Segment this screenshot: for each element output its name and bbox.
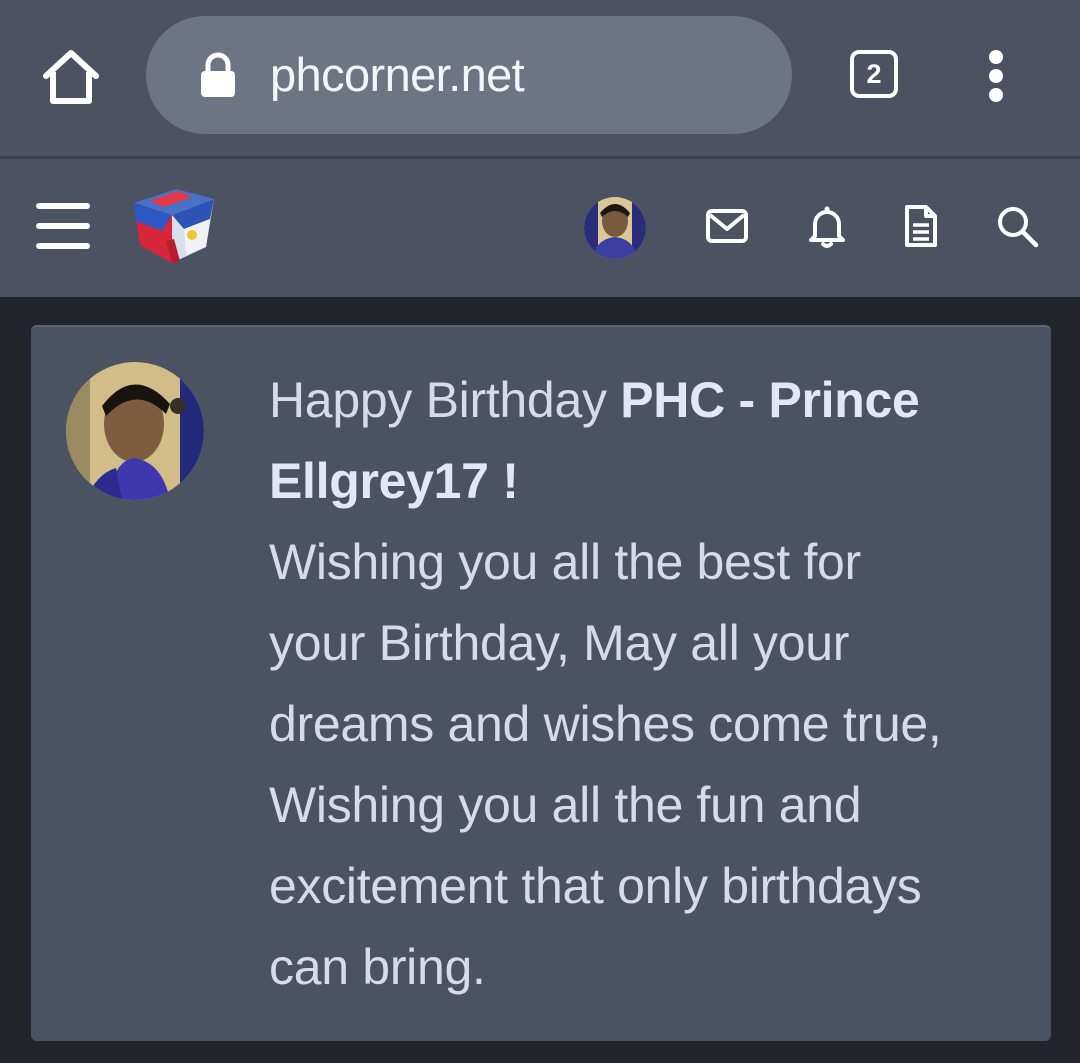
tab-switcher-button[interactable]: 2: [850, 50, 898, 98]
address-bar[interactable]: phcorner.net: [146, 16, 792, 134]
birthday-message-card: Happy Birthday PHC - Prince Ellgrey17 ! …: [31, 327, 1051, 1041]
member-avatar[interactable]: [66, 362, 204, 500]
home-button[interactable]: [40, 48, 102, 106]
url-text: phcorner.net: [270, 48, 525, 101]
home-icon: [43, 50, 99, 104]
greeting-text: Happy Birthday: [269, 372, 607, 428]
site-logo[interactable]: [126, 181, 220, 275]
document-icon[interactable]: [898, 203, 944, 249]
mail-icon[interactable]: [704, 203, 750, 249]
browser-toolbar: phcorner.net 2: [0, 0, 1080, 156]
lock-icon: [201, 52, 235, 97]
birthday-message: Happy Birthday PHC - Prince Ellgrey17 ! …: [269, 360, 1029, 1008]
message-line: Wishing you all the best for: [269, 534, 861, 590]
more-vert-icon[interactable]: [980, 50, 1014, 102]
message-line: can bring.: [269, 939, 486, 995]
site-navbar: [0, 159, 1080, 297]
message-line: your Birthday, May all your: [269, 615, 850, 671]
search-icon[interactable]: [994, 203, 1040, 249]
bell-icon[interactable]: [804, 203, 850, 249]
message-line: Wishing you all the fun and: [269, 777, 862, 833]
message-line: excitement that only birthdays: [269, 858, 922, 914]
message-line: dreams and wishes come true,: [269, 696, 942, 752]
user-avatar[interactable]: [584, 197, 646, 259]
menu-icon[interactable]: [36, 203, 90, 249]
